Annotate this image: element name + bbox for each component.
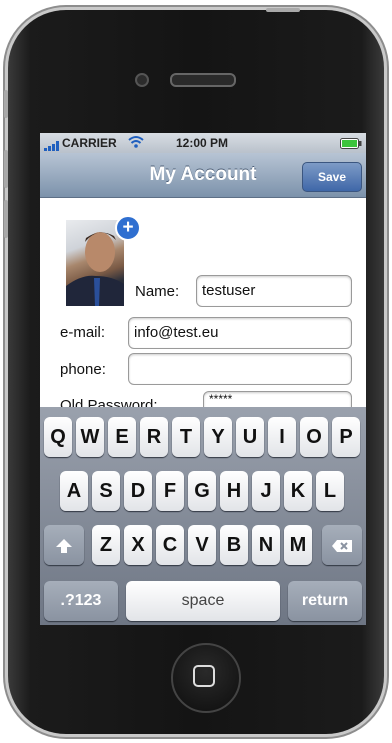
phone-field[interactable] — [128, 353, 352, 385]
key-q[interactable]: Q — [44, 417, 72, 457]
key-i[interactable]: I — [268, 417, 296, 457]
battery-icon — [340, 138, 362, 152]
volume-up-button — [4, 150, 8, 188]
key-h[interactable]: H — [220, 471, 248, 511]
carrier-label: CARRIER — [62, 136, 117, 150]
space-key[interactable]: space — [126, 581, 280, 621]
key-g[interactable]: G — [188, 471, 216, 511]
key-p[interactable]: P — [332, 417, 360, 457]
key-s[interactable]: S — [92, 471, 120, 511]
add-photo-button[interactable]: + — [115, 215, 141, 241]
key-k[interactable]: K — [284, 471, 312, 511]
key-v[interactable]: V — [188, 525, 216, 565]
key-z[interactable]: Z — [92, 525, 120, 565]
key-a[interactable]: A — [60, 471, 88, 511]
key-w[interactable]: W — [76, 417, 104, 457]
save-button[interactable]: Save — [302, 162, 362, 192]
name-label: Name: — [135, 283, 180, 300]
key-r[interactable]: R — [140, 417, 168, 457]
key-m[interactable]: M — [284, 525, 312, 565]
shift-key[interactable] — [44, 525, 84, 565]
shift-arrow-icon — [55, 534, 73, 556]
email-field[interactable]: info@test.eu — [128, 317, 352, 349]
front-camera — [135, 73, 149, 87]
return-key[interactable]: return — [288, 581, 362, 621]
key-d[interactable]: D — [124, 471, 152, 511]
volume-down-button — [4, 200, 8, 238]
email-label: e-mail: — [60, 324, 106, 341]
key-y[interactable]: Y — [204, 417, 232, 457]
earpiece-speaker — [170, 73, 236, 87]
backspace-key[interactable] — [322, 525, 362, 565]
backspace-icon — [331, 534, 353, 556]
phone-label: phone: — [60, 361, 106, 378]
key-j[interactable]: J — [252, 471, 280, 511]
key-t[interactable]: T — [172, 417, 200, 457]
key-x[interactable]: X — [124, 525, 152, 565]
key-o[interactable]: O — [300, 417, 328, 457]
status-bar: CARRIER 12:00 PM — [40, 133, 366, 153]
key-f[interactable]: F — [156, 471, 184, 511]
screen: CARRIER 12:00 PM My Account Save + Name:… — [40, 133, 366, 625]
mute-switch — [4, 90, 8, 118]
key-e[interactable]: E — [108, 417, 136, 457]
key-b[interactable]: B — [220, 525, 248, 565]
key-c[interactable]: C — [156, 525, 184, 565]
key-u[interactable]: U — [236, 417, 264, 457]
key-n[interactable]: N — [252, 525, 280, 565]
clock-time: 12:00 PM — [176, 136, 229, 150]
name-field[interactable]: testuser — [196, 275, 352, 307]
wifi-icon — [128, 135, 144, 152]
keyboard: Q W E R T Y U I O P A S D F G H J K L Z … — [40, 407, 366, 625]
home-square-icon — [193, 665, 215, 687]
signal-bars-icon — [44, 139, 62, 154]
numbers-key[interactable]: .?123 — [44, 581, 118, 621]
power-button — [266, 8, 300, 12]
navigation-bar: My Account Save — [40, 153, 366, 198]
key-l[interactable]: L — [316, 471, 344, 511]
